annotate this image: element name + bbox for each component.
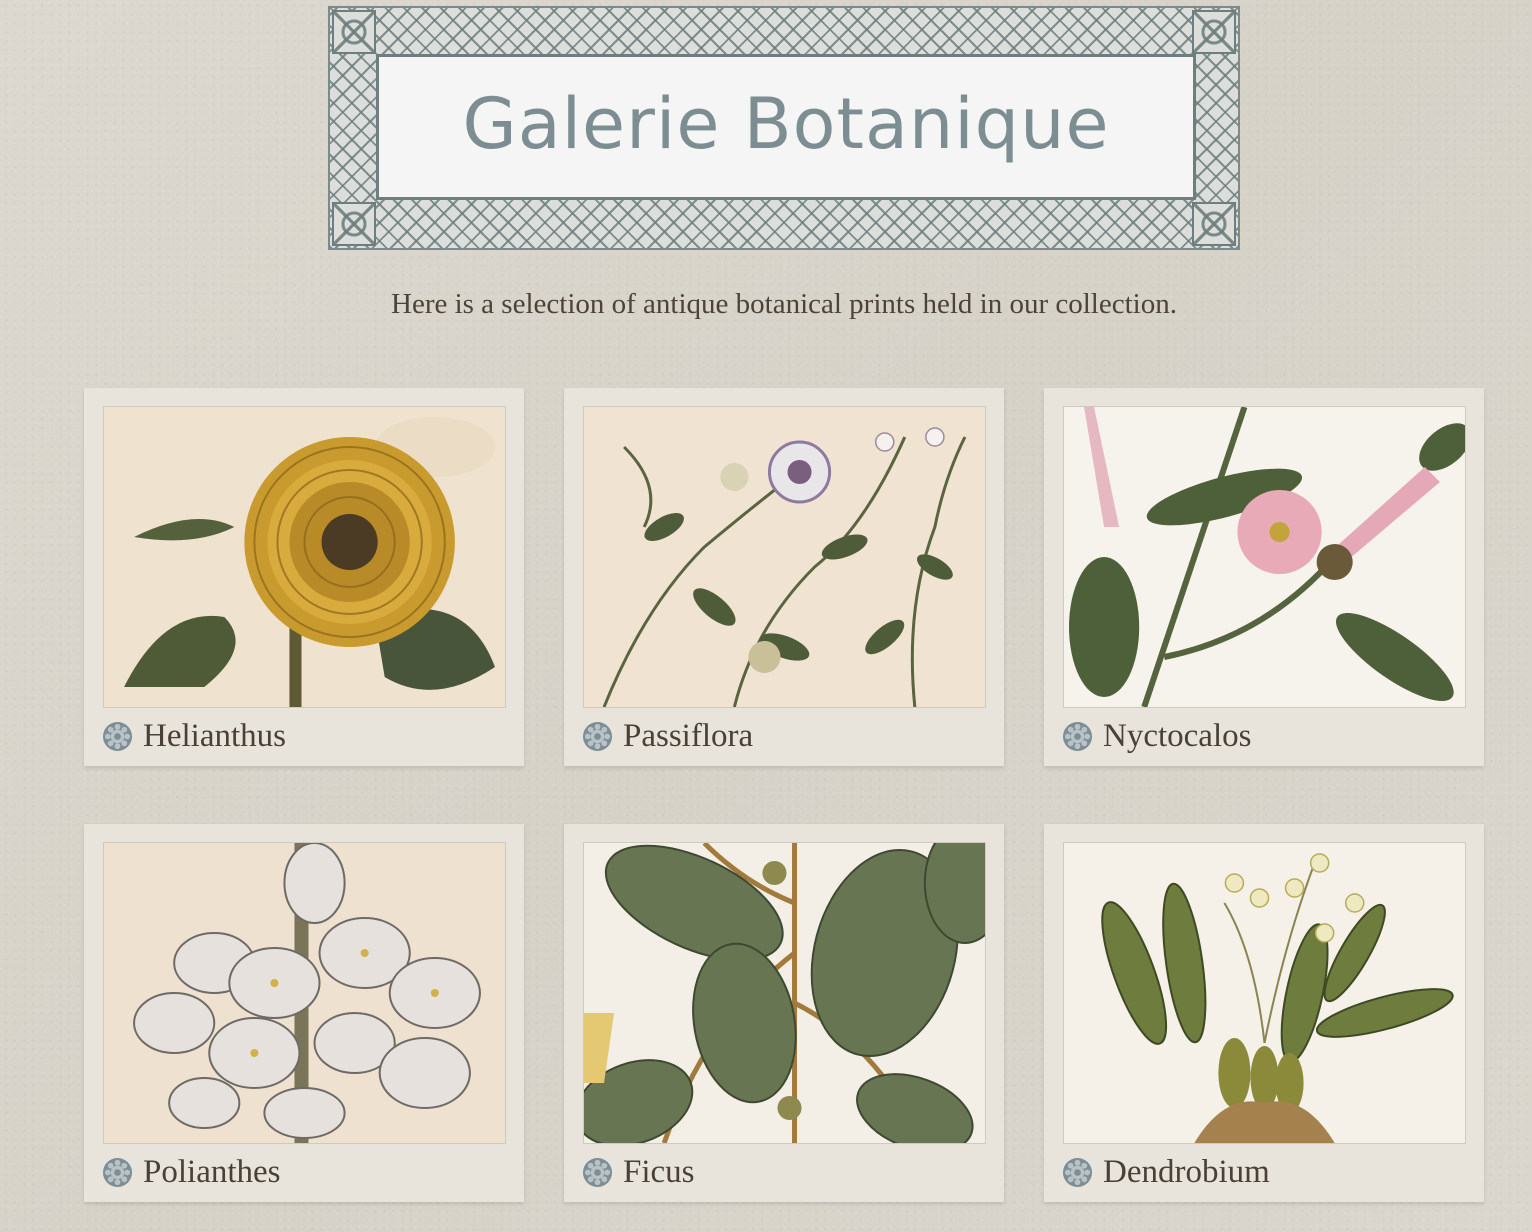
print-title[interactable]: Helianthus	[143, 719, 286, 753]
print-thumbnail[interactable]	[103, 406, 506, 708]
print-thumbnail[interactable]	[583, 406, 986, 708]
print-title[interactable]: Nyctocalos	[1103, 719, 1251, 753]
gear-icon	[1062, 1157, 1093, 1187]
gallery-card-helianthus[interactable]: Helianthus	[84, 388, 524, 766]
gear-icon	[582, 1157, 613, 1187]
site-banner: Galerie Botanique	[328, 6, 1240, 250]
gear-icon	[102, 1157, 133, 1187]
print-title[interactable]: Ficus	[623, 1155, 695, 1189]
gallery-card-ficus[interactable]: Ficus	[564, 824, 1004, 1202]
print-title[interactable]: Passiflora	[623, 719, 753, 753]
gallery-card-passiflora[interactable]: Passiflora	[564, 388, 1004, 766]
banner-ornament	[1192, 202, 1236, 246]
gear-icon	[582, 721, 613, 751]
banner-ornament	[332, 202, 376, 246]
gear-icon	[1062, 721, 1093, 751]
card-caption: Passiflora	[582, 716, 753, 756]
card-caption: Ficus	[582, 1152, 695, 1192]
banner-ornament	[1192, 10, 1236, 54]
print-title[interactable]: Dendrobium	[1103, 1155, 1270, 1189]
intro-text: Here is a selection of antique botanical…	[391, 288, 1177, 320]
gallery-card-nyctocalos[interactable]: Nyctocalos	[1044, 388, 1484, 766]
print-thumbnail[interactable]	[103, 842, 506, 1144]
gallery-card-dendrobium[interactable]: Dendrobium	[1044, 824, 1484, 1202]
card-caption: Helianthus	[102, 716, 286, 756]
print-thumbnail[interactable]	[583, 842, 986, 1144]
print-thumbnail[interactable]	[1063, 842, 1466, 1144]
gallery-card-polianthes[interactable]: Polianthes	[84, 824, 524, 1202]
card-caption: Dendrobium	[1062, 1152, 1270, 1192]
card-caption: Polianthes	[102, 1152, 281, 1192]
site-title: Galerie Botanique	[462, 83, 1110, 165]
banner-ornament	[332, 10, 376, 54]
print-title[interactable]: Polianthes	[143, 1155, 281, 1189]
gear-icon	[102, 721, 133, 751]
card-caption: Nyctocalos	[1062, 716, 1251, 756]
banner-panel: Galerie Botanique	[376, 54, 1196, 200]
print-thumbnail[interactable]	[1063, 406, 1466, 708]
